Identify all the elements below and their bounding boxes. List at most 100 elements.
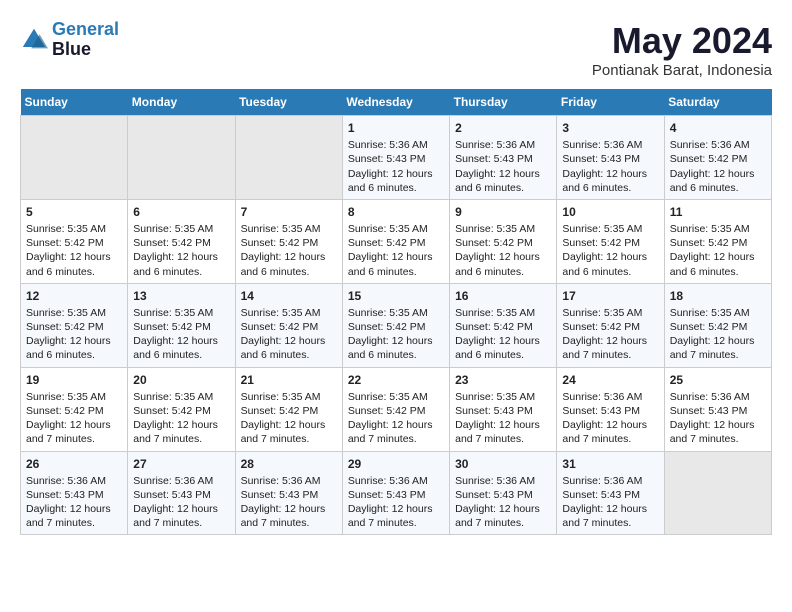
calendar-cell: 4 Sunrise: 5:36 AMSunset: 5:42 PMDaylight… [664,116,771,200]
calendar-cell [235,116,342,200]
cell-content: Sunrise: 5:35 AMSunset: 5:42 PMDaylight:… [455,222,551,279]
location-subtitle: Pontianak Barat, Indonesia [592,62,772,79]
calendar-cell: 13 Sunrise: 5:35 AMSunset: 5:42 PMDayligh… [128,283,235,367]
calendar-week-3: 12 Sunrise: 5:35 AMSunset: 5:42 PMDayligh… [21,283,772,367]
day-header-friday: Friday [557,89,664,116]
calendar-cell: 11 Sunrise: 5:35 AMSunset: 5:42 PMDayligh… [664,199,771,283]
calendar-cell: 22 Sunrise: 5:35 AMSunset: 5:42 PMDayligh… [342,367,449,451]
calendar-cell: 5 Sunrise: 5:35 AMSunset: 5:42 PMDaylight… [21,199,128,283]
cell-content: Sunrise: 5:35 AMSunset: 5:42 PMDaylight:… [26,306,122,363]
day-number: 25 [670,372,766,388]
cell-content: Sunrise: 5:36 AMSunset: 5:43 PMDaylight:… [455,474,551,531]
day-number: 6 [133,204,229,220]
cell-content: Sunrise: 5:36 AMSunset: 5:43 PMDaylight:… [26,474,122,531]
day-number: 1 [348,120,444,136]
day-number: 17 [562,288,658,304]
day-header-sunday: Sunday [21,89,128,116]
logo-icon [20,26,48,54]
day-number: 31 [562,456,658,472]
calendar-cell: 26 Sunrise: 5:36 AMSunset: 5:43 PMDayligh… [21,451,128,535]
day-number: 4 [670,120,766,136]
calendar-cell: 23 Sunrise: 5:35 AMSunset: 5:43 PMDayligh… [450,367,557,451]
cell-content: Sunrise: 5:36 AMSunset: 5:43 PMDaylight:… [348,474,444,531]
day-header-wednesday: Wednesday [342,89,449,116]
day-number: 13 [133,288,229,304]
day-number: 8 [348,204,444,220]
calendar-cell [128,116,235,200]
day-number: 30 [455,456,551,472]
calendar-cell: 3Sunrise: 5:36 AMSunset: 5:43 PMDaylight… [557,116,664,200]
day-number: 10 [562,204,658,220]
calendar-header-row: SundayMondayTuesdayWednesdayThursdayFrid… [21,89,772,116]
calendar-cell: 7 Sunrise: 5:35 AMSunset: 5:42 PMDaylight… [235,199,342,283]
cell-content: Sunrise: 5:36 AMSunset: 5:42 PMDaylight:… [670,138,766,195]
cell-content: Sunrise: 5:35 AMSunset: 5:42 PMDaylight:… [133,306,229,363]
cell-content: Sunrise: 5:35 AMSunset: 5:42 PMDaylight:… [348,222,444,279]
calendar-cell: 17 Sunrise: 5:35 AMSunset: 5:42 PMDayligh… [557,283,664,367]
day-number: 3 [562,120,658,136]
calendar-cell: 19Sunrise: 5:35 AMSunset: 5:42 PMDayligh… [21,367,128,451]
cell-content: Sunrise: 5:35 AMSunset: 5:42 PMDaylight:… [455,306,551,363]
day-number: 5 [26,204,122,220]
cell-content: Sunrise: 5:35 AMSunset: 5:43 PMDaylight:… [455,390,551,447]
calendar-cell: 9 Sunrise: 5:35 AMSunset: 5:42 PMDaylight… [450,199,557,283]
cell-content: Sunrise: 5:36 AMSunset: 5:43 PMDaylight:… [348,138,444,195]
calendar-week-4: 19 Sunrise: 5:35 AMSunset: 5:42 PMDayligh… [21,367,772,451]
day-header-tuesday: Tuesday [235,89,342,116]
logo: GeneralBlue [20,20,119,60]
title-block: May 2024 Pontianak Barat, Indonesia [592,20,772,79]
calendar-cell: 30 Sunrise: 5:36 AMSunset: 5:43 PMDayligh… [450,451,557,535]
cell-content: Sunrise: 5:35 AMSunset: 5:42 PMDaylight:… [670,222,766,279]
day-number: 18 [670,288,766,304]
calendar-table: SundayMondayTuesdayWednesdayThursdayFrid… [20,89,772,535]
day-number: 22 [348,372,444,388]
cell-content: Sunrise: 5:36 AMSunset: 5:43 PMDaylight:… [562,474,658,531]
calendar-cell: 10 Sunrise: 5:35 AMSunset: 5:42 PMDayligh… [557,199,664,283]
calendar-cell: 28Sunrise: 5:36 AMSunset: 5:43 PMDayligh… [235,451,342,535]
cell-content: Sunrise: 5:36 AMSunset: 5:43 PMDaylight:… [241,474,337,531]
day-number: 29 [348,456,444,472]
day-number: 7 [241,204,337,220]
calendar-cell: 6Sunrise: 5:35 AMSunset: 5:42 PMDaylight… [128,199,235,283]
day-number: 9 [455,204,551,220]
calendar-cell: 20 Sunrise: 5:35 AMSunset: 5:42 PMDayligh… [128,367,235,451]
cell-content: Sunrise: 5:35 AMSunset: 5:42 PMDaylight:… [241,222,337,279]
calendar-cell: 31 Sunrise: 5:36 AMSunset: 5:43 PMDayligh… [557,451,664,535]
day-number: 16 [455,288,551,304]
cell-content: Sunrise: 5:35 AMSunset: 5:42 PMDaylight:… [670,306,766,363]
calendar-cell: 21Sunrise: 5:35 AMSunset: 5:42 PMDayligh… [235,367,342,451]
calendar-week-1: 1 Sunrise: 5:36 AMSunset: 5:43 PMDaylight… [21,116,772,200]
calendar-cell: 29 Sunrise: 5:36 AMSunset: 5:43 PMDayligh… [342,451,449,535]
calendar-cell: 27Sunrise: 5:36 AMSunset: 5:43 PMDayligh… [128,451,235,535]
cell-content: Sunrise: 5:35 AMSunset: 5:42 PMDaylight:… [26,222,122,279]
cell-content: Sunrise: 5:35 AMSunset: 5:42 PMDaylight:… [348,390,444,447]
cell-content: Sunrise: 5:35 AMSunset: 5:42 PMDaylight:… [241,390,337,447]
calendar-cell: 15 Sunrise: 5:35 AMSunset: 5:42 PMDayligh… [342,283,449,367]
calendar-cell: 2Sunrise: 5:36 AMSunset: 5:43 PMDaylight… [450,116,557,200]
day-number: 23 [455,372,551,388]
day-number: 19 [26,372,122,388]
calendar-cell [664,451,771,535]
day-number: 26 [26,456,122,472]
page-header: GeneralBlue May 2024 Pontianak Barat, In… [20,20,772,79]
calendar-cell: 14 Sunrise: 5:35 AMSunset: 5:42 PMDayligh… [235,283,342,367]
cell-content: Sunrise: 5:35 AMSunset: 5:42 PMDaylight:… [562,222,658,279]
cell-content: Sunrise: 5:35 AMSunset: 5:42 PMDaylight:… [562,306,658,363]
calendar-cell [21,116,128,200]
cell-content: Sunrise: 5:35 AMSunset: 5:42 PMDaylight:… [348,306,444,363]
cell-content: Sunrise: 5:36 AMSunset: 5:43 PMDaylight:… [670,390,766,447]
day-header-monday: Monday [128,89,235,116]
day-header-saturday: Saturday [664,89,771,116]
calendar-cell: 24Sunrise: 5:36 AMSunset: 5:43 PMDayligh… [557,367,664,451]
cell-content: Sunrise: 5:35 AMSunset: 5:42 PMDaylight:… [133,390,229,447]
cell-content: Sunrise: 5:35 AMSunset: 5:42 PMDaylight:… [241,306,337,363]
day-number: 11 [670,204,766,220]
day-number: 14 [241,288,337,304]
calendar-cell: 8 Sunrise: 5:35 AMSunset: 5:42 PMDaylight… [342,199,449,283]
day-number: 15 [348,288,444,304]
logo-text: GeneralBlue [52,20,119,60]
day-header-thursday: Thursday [450,89,557,116]
day-number: 12 [26,288,122,304]
day-number: 20 [133,372,229,388]
calendar-cell: 16 Sunrise: 5:35 AMSunset: 5:42 PMDayligh… [450,283,557,367]
